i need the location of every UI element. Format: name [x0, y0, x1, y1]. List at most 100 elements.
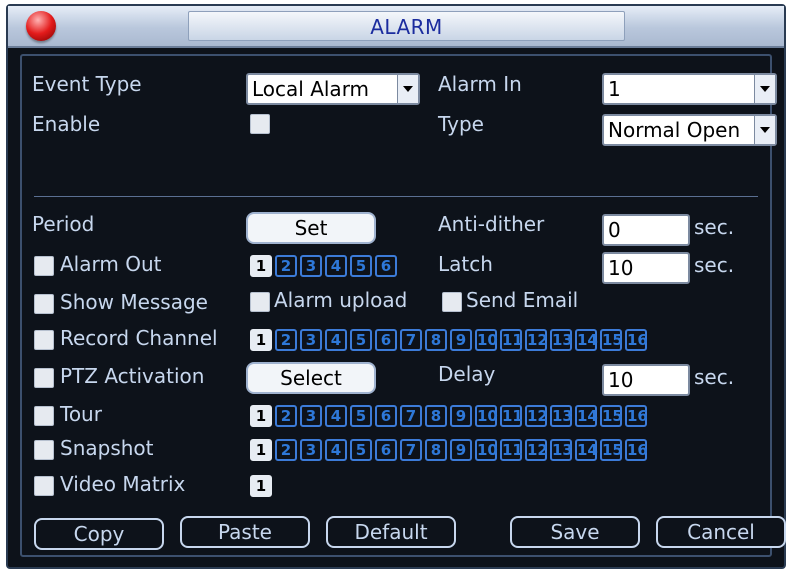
channel-toggle[interactable]: 6 — [375, 405, 397, 427]
enable-checkbox[interactable] — [250, 114, 270, 134]
period-label: Period — [32, 212, 95, 236]
channel-toggle[interactable]: 11 — [500, 329, 523, 351]
channel-toggle[interactable]: 16 — [625, 405, 648, 427]
send-email-checkbox[interactable] — [442, 292, 462, 312]
channel-toggle[interactable]: 9 — [450, 405, 472, 427]
snapshot-checkbox[interactable] — [34, 440, 54, 460]
video-matrix-checkbox[interactable] — [34, 476, 54, 496]
window-title: ALARM — [370, 15, 443, 39]
logo-icon — [24, 11, 58, 41]
channel-toggle[interactable]: 2 — [275, 439, 297, 461]
title-panel: ALARM — [188, 11, 625, 41]
tour-channels: 1 2 3 4 5 6 7 8 9 10 11 12 13 14 15 16 — [250, 405, 648, 427]
save-button[interactable]: Save — [510, 516, 640, 548]
channel-toggle[interactable]: 4 — [325, 329, 347, 351]
channel-toggle[interactable]: 7 — [400, 329, 422, 351]
channel-toggle[interactable]: 15 — [600, 405, 623, 427]
channel-toggle[interactable]: 13 — [550, 405, 573, 427]
latch-label: Latch — [438, 252, 493, 276]
channel-toggle[interactable]: 5 — [350, 439, 372, 461]
enable-label: Enable — [32, 112, 101, 136]
channel-toggle[interactable]: 3 — [300, 255, 322, 277]
channel-toggle[interactable]: 1 — [250, 405, 272, 427]
type-select[interactable]: Normal Open — [602, 114, 777, 146]
channel-toggle[interactable]: 5 — [350, 329, 372, 351]
channel-toggle[interactable]: 12 — [525, 439, 548, 461]
anti-dither-label: Anti-dither — [438, 212, 545, 236]
channel-toggle[interactable]: 13 — [550, 439, 573, 461]
channel-toggle[interactable]: 1 — [250, 329, 272, 351]
channel-toggle[interactable]: 8 — [425, 405, 447, 427]
anti-dither-input[interactable]: 0 — [602, 214, 690, 246]
section-divider — [34, 196, 758, 197]
channel-toggle[interactable]: 8 — [425, 329, 447, 351]
channel-toggle[interactable]: 12 — [525, 405, 548, 427]
channel-toggle[interactable]: 3 — [300, 405, 322, 427]
channel-toggle[interactable]: 14 — [575, 439, 598, 461]
ptz-select-button[interactable]: Select — [246, 362, 376, 394]
channel-toggle[interactable]: 7 — [400, 405, 422, 427]
channel-toggle[interactable]: 1 — [250, 255, 272, 277]
alarm-out-checkbox[interactable] — [34, 256, 54, 276]
anti-dither-unit: sec. — [694, 212, 735, 244]
channel-toggle[interactable]: 4 — [325, 255, 347, 277]
alarm-out-label: Alarm Out — [60, 252, 162, 276]
channel-toggle[interactable]: 2 — [275, 405, 297, 427]
channel-toggle[interactable]: 14 — [575, 329, 598, 351]
event-type-select[interactable]: Local Alarm — [246, 73, 420, 105]
channel-toggle[interactable]: 3 — [300, 329, 322, 351]
copy-button[interactable]: Copy — [34, 518, 164, 550]
paste-button[interactable]: Paste — [180, 516, 310, 548]
show-message-checkbox[interactable] — [34, 294, 54, 314]
ptz-activation-checkbox[interactable] — [34, 368, 54, 388]
chevron-down-icon[interactable] — [754, 116, 775, 144]
channel-toggle[interactable]: 16 — [625, 329, 648, 351]
channel-toggle[interactable]: 3 — [300, 439, 322, 461]
record-channel-checkbox[interactable] — [34, 330, 54, 350]
channel-toggle[interactable]: 13 — [550, 329, 573, 351]
channel-toggle[interactable]: 8 — [425, 439, 447, 461]
channel-toggle[interactable]: 2 — [275, 329, 297, 351]
channel-toggle[interactable]: 1 — [250, 475, 272, 497]
chevron-down-icon[interactable] — [397, 75, 418, 103]
channel-toggle[interactable]: 4 — [325, 405, 347, 427]
channel-toggle[interactable]: 7 — [400, 439, 422, 461]
channel-toggle[interactable]: 16 — [625, 439, 648, 461]
tour-checkbox[interactable] — [34, 406, 54, 426]
type-label: Type — [438, 112, 484, 136]
cancel-button[interactable]: Cancel — [656, 516, 786, 548]
channel-toggle[interactable]: 15 — [600, 329, 623, 351]
channel-toggle[interactable]: 11 — [500, 439, 523, 461]
video-matrix-label: Video Matrix — [60, 472, 186, 496]
channel-toggle[interactable]: 6 — [375, 255, 397, 277]
channel-toggle[interactable]: 2 — [275, 255, 297, 277]
channel-toggle[interactable]: 14 — [575, 405, 598, 427]
channel-toggle[interactable]: 6 — [375, 329, 397, 351]
channel-toggle[interactable]: 10 — [475, 329, 498, 351]
channel-toggle[interactable]: 10 — [475, 439, 498, 461]
settings-panel: Event Type Local Alarm Alarm In 1 Enable… — [20, 54, 786, 557]
channel-toggle[interactable]: 10 — [475, 405, 498, 427]
channel-toggle[interactable]: 15 — [600, 439, 623, 461]
channel-toggle[interactable]: 9 — [450, 439, 472, 461]
record-channel-label: Record Channel — [60, 326, 218, 350]
tour-label: Tour — [60, 402, 102, 426]
channel-toggle[interactable]: 6 — [375, 439, 397, 461]
channel-toggle[interactable]: 1 — [250, 439, 272, 461]
channel-toggle[interactable]: 5 — [350, 405, 372, 427]
alarm-in-select[interactable]: 1 — [602, 73, 777, 105]
channel-toggle[interactable]: 12 — [525, 329, 548, 351]
latch-input[interactable]: 10 — [602, 252, 690, 284]
channel-toggle[interactable]: 4 — [325, 439, 347, 461]
channel-toggle[interactable]: 5 — [350, 255, 372, 277]
alarm-in-value: 1 — [608, 77, 621, 101]
channel-toggle[interactable]: 9 — [450, 329, 472, 351]
default-button[interactable]: Default — [326, 516, 456, 548]
delay-input[interactable]: 10 — [602, 364, 690, 396]
type-value: Normal Open — [608, 118, 741, 142]
chevron-down-icon[interactable] — [754, 75, 775, 103]
period-set-button[interactable]: Set — [246, 212, 376, 244]
channel-toggle[interactable]: 11 — [500, 405, 523, 427]
ptz-activation-label: PTZ Activation — [60, 364, 205, 388]
alarm-upload-checkbox[interactable] — [250, 292, 270, 312]
